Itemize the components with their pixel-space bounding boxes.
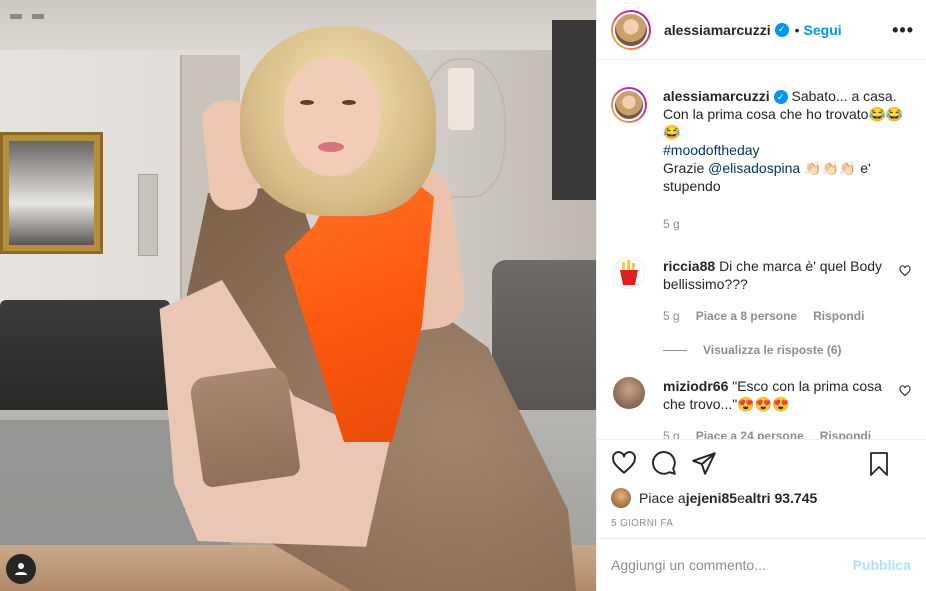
more-options-icon[interactable]: •••: [892, 20, 914, 41]
photo-eye: [342, 100, 356, 105]
caption-age[interactable]: 5 g: [663, 215, 680, 233]
comment-item: miziodr66 "Esco con la prima cosa che tr…: [611, 377, 913, 439]
heart-icon[interactable]: [611, 450, 637, 476]
photo-face: [284, 58, 380, 176]
likes-middle: e: [737, 490, 745, 506]
caption-meta: 5 g: [663, 215, 913, 233]
avatar[interactable]: [611, 9, 651, 50]
fries-icon: [620, 260, 638, 285]
header-username[interactable]: alessiamarcuzzi: [664, 22, 771, 38]
bookmark-icon[interactable]: [867, 451, 891, 477]
user-icon: [15, 563, 27, 575]
avatar-image: [613, 89, 645, 121]
comment-like-heart-icon[interactable]: [899, 385, 911, 400]
add-comment-bar: Pubblica: [597, 538, 926, 591]
post-header: alessiamarcuzzi ✓ • Segui •••: [597, 0, 926, 60]
follow-button[interactable]: Segui: [804, 22, 842, 38]
photo-framed-picture: [0, 132, 103, 254]
comment-input[interactable]: [611, 557, 853, 573]
view-replies-button[interactable]: Visualizza le risposte (6): [663, 343, 913, 357]
caption: alessiamarcuzzi ✓ Sabato... a casa. Con l…: [611, 87, 913, 233]
photo-tv: [552, 20, 596, 200]
avatar[interactable]: [613, 377, 645, 409]
comment-meta: 5 g Piace a 24 persone Rispondi: [663, 427, 893, 439]
caption-text: alessiamarcuzzi ✓ Sabato... a casa. Con l…: [663, 87, 913, 195]
framed-picture-inner: [9, 141, 94, 245]
replies-line: [663, 349, 687, 351]
liker-username[interactable]: jejeni85: [686, 490, 737, 506]
dot-separator: •: [794, 21, 800, 38]
comment-body: riccia88 Di che marca è' quel Body belli…: [663, 257, 913, 325]
photo-eye: [300, 100, 314, 105]
comments-list[interactable]: alessiamarcuzzi ✓ Sabato... a casa. Con l…: [597, 61, 926, 439]
view-replies-label: Visualizza le risposte (6): [703, 343, 842, 357]
caption-thanks-prefix: Grazie: [663, 160, 709, 176]
comment-item: riccia88 Di che marca è' quel Body belli…: [611, 257, 913, 325]
ceiling-light: [32, 14, 44, 19]
mention-link[interactable]: @elisadospina: [708, 160, 800, 176]
verified-badge-icon: ✓: [773, 90, 788, 105]
liker-avatar[interactable]: [611, 488, 631, 508]
comment-meta: 5 g Piace a 8 persone Rispondi: [663, 307, 893, 325]
likes-prefix: Piace a: [639, 490, 686, 506]
avatar-image: [613, 11, 649, 48]
comment-age[interactable]: 5 g: [663, 307, 680, 325]
hashtag-link[interactable]: #moodoftheday: [663, 142, 760, 158]
comment-bubble-icon[interactable]: [651, 450, 677, 476]
photo-wall-panel: [138, 174, 158, 256]
post-photo[interactable]: [0, 0, 596, 591]
photo-sofa-left: [0, 300, 170, 420]
photo-lips: [318, 142, 344, 152]
action-icons-row: [611, 440, 913, 486]
comment-age[interactable]: 5 g: [663, 427, 680, 439]
comment-username[interactable]: miziodr66: [663, 378, 728, 394]
comment-likes[interactable]: Piace a 8 persone: [696, 307, 797, 325]
photo-boot: [188, 365, 302, 489]
post-actions: Piace a jejeni85 e altri 93.745 5 GIORNI…: [597, 439, 926, 529]
reply-button[interactable]: Rispondi: [820, 427, 871, 439]
publish-button[interactable]: Pubblica: [853, 557, 911, 573]
caption-username[interactable]: alessiamarcuzzi: [663, 88, 770, 104]
reply-button[interactable]: Rispondi: [813, 307, 864, 325]
comment-text: miziodr66 "Esco con la prima cosa che tr…: [663, 377, 893, 413]
comment-text: riccia88 Di che marca è' quel Body belli…: [663, 257, 893, 293]
likes-summary[interactable]: Piace a jejeni85 e altri 93.745: [611, 488, 913, 508]
user-tags-button[interactable]: [6, 554, 36, 584]
avatar[interactable]: [613, 257, 645, 289]
ceiling-light: [10, 14, 22, 19]
comment-likes[interactable]: Piace a 24 persone: [696, 427, 804, 439]
avatar[interactable]: [611, 87, 647, 123]
comment-like-heart-icon[interactable]: [899, 265, 911, 280]
caption-body: alessiamarcuzzi ✓ Sabato... a casa. Con l…: [663, 87, 913, 233]
likes-others[interactable]: altri 93.745: [745, 490, 817, 506]
comment-body: miziodr66 "Esco con la prima cosa che tr…: [663, 377, 913, 439]
verified-badge-icon: ✓: [774, 22, 789, 37]
post-side-panel: alessiamarcuzzi ✓ • Segui ••• alessiamar…: [596, 0, 926, 591]
comment-username[interactable]: riccia88: [663, 258, 715, 274]
photo-lamp-shade: [448, 68, 474, 130]
paper-plane-icon[interactable]: [691, 450, 717, 476]
post-time-ago[interactable]: 5 GIORNI FA: [611, 518, 913, 529]
